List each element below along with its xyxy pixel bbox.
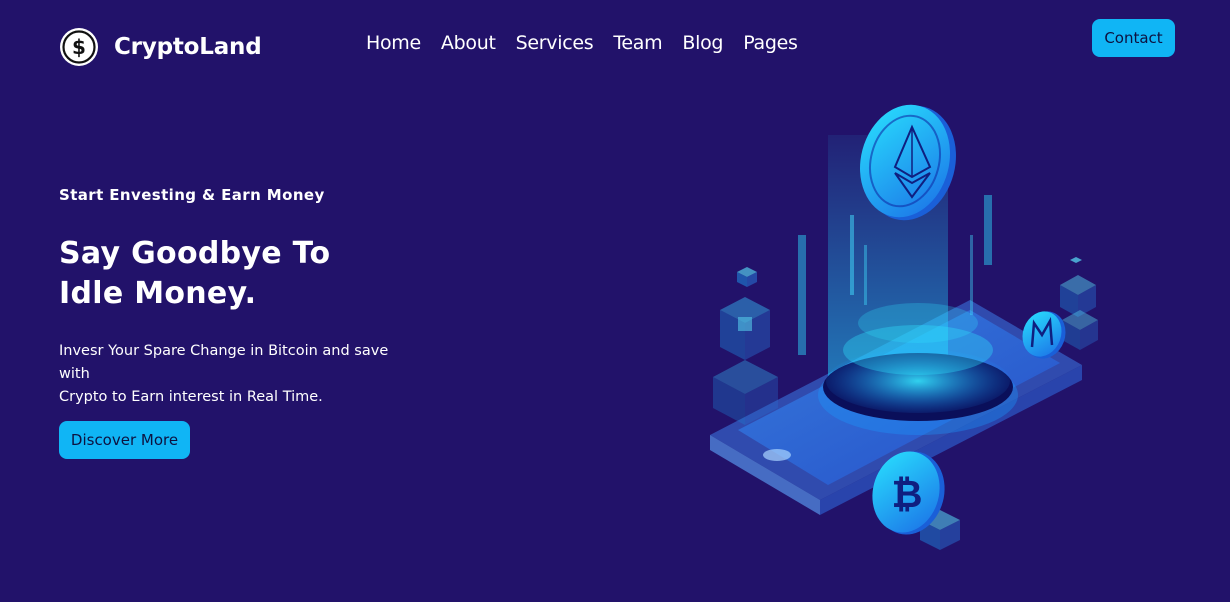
site-header: $ CryptoLand Home About Services Team Bl… [0,0,1230,88]
nav-item-pages: Pages [743,31,798,55]
nav-item-home: Home [366,31,421,55]
hero-headline-line2: Idle Money. [59,276,257,311]
nav-item-about: About [441,31,496,55]
nav-link-home[interactable]: Home [366,31,421,55]
logo[interactable]: $ CryptoLand [59,27,262,67]
contact-button[interactable]: Contact [1092,19,1175,57]
brand-name: CryptoLand [114,34,262,60]
nav-item-services: Services [516,31,594,55]
discover-more-button[interactable]: Discover More [59,421,190,459]
nav-link-pages[interactable]: Pages [743,31,798,55]
nav-link-about[interactable]: About [441,31,496,55]
main-nav: Home About Services Team Blog Pages [366,31,798,55]
hero-eyebrow: Start Envesting & Earn Money [59,186,325,204]
nav-link-blog[interactable]: Blog [682,31,723,55]
isometric-crypto-phone-illustration: ₿ [710,104,1098,550]
hero-subtext-line1: Invesr Your Spare Change in Bitcoin and … [59,343,389,382]
svg-text:₿: ₿ [892,472,923,516]
hero-headline-line1: Say Goodbye To [59,236,331,271]
nav-link-services[interactable]: Services [516,31,594,55]
hero-subtext: Invesr Your Spare Change in Bitcoin and … [59,340,419,409]
hero-subtext-line2: Crypto to Earn interest in Real Time. [59,389,323,405]
hero-headline: Say Goodbye To Idle Money. [59,234,419,314]
nav-item-team: Team [613,31,662,55]
dollar-coin-icon: $ [60,28,98,66]
hero-section: Start Envesting & Earn Money Say Goodbye… [59,183,459,409]
nav-link-team[interactable]: Team [613,31,662,55]
svg-text:$: $ [72,35,86,59]
nav-item-blog: Blog [682,31,723,55]
